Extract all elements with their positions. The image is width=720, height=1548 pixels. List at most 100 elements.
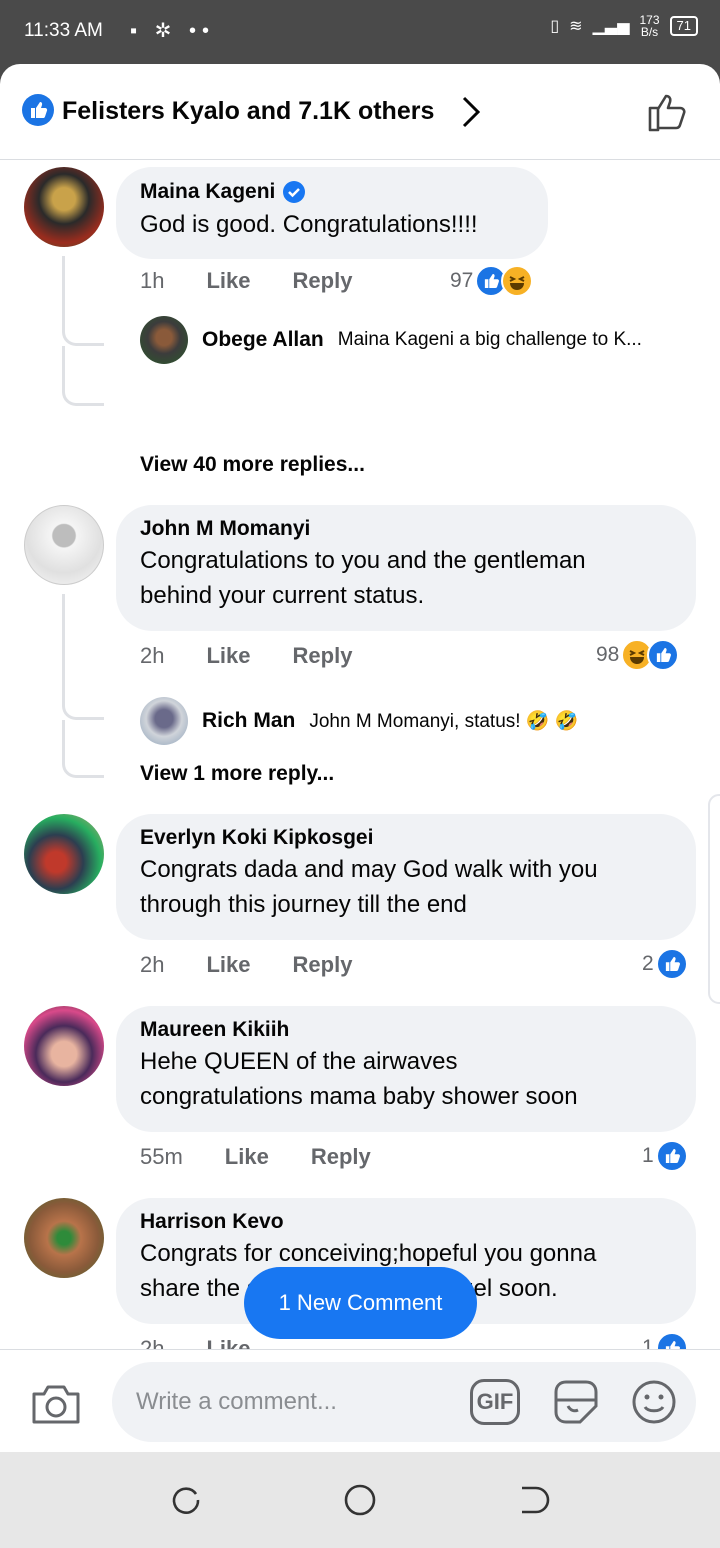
reaction-count-value: 1 xyxy=(642,1336,654,1349)
home-icon[interactable] xyxy=(342,1482,378,1518)
reactions-header[interactable]: Felisters Kyalo and 7.1K others xyxy=(0,64,720,160)
comment-time[interactable]: 2h xyxy=(140,643,164,673)
comment-text-line: congratulations mama baby shower soon xyxy=(140,1083,578,1110)
comment-author[interactable]: Harrison Kevo xyxy=(140,1210,284,1234)
reaction-count[interactable]: 98 xyxy=(596,637,680,673)
thread-line xyxy=(62,256,104,346)
comment-actions: 2h Like xyxy=(140,1336,251,1349)
like-reaction-icon xyxy=(655,1332,688,1349)
comment-actions: 2h Like Reply xyxy=(140,643,352,673)
gif-icon[interactable]: GIF xyxy=(470,1379,520,1425)
comment-text-line: Congrats for conceiving;hopeful you gonn… xyxy=(140,1240,597,1267)
comment-actions: 55m Like Reply xyxy=(140,1144,371,1174)
reaction-count-value: 1 xyxy=(642,1144,654,1167)
comment-author[interactable]: John M Momanyi xyxy=(140,517,310,541)
comment-text-line: through this journey till the end xyxy=(140,891,467,918)
reaction-count-value: 97 xyxy=(450,269,474,292)
reply-button[interactable]: Reply xyxy=(293,268,353,298)
comments-sheet: Felisters Kyalo and 7.1K others Maina Ka… xyxy=(0,64,720,1452)
reply-preview[interactable]: Obege Allan Maina Kageni a big challenge… xyxy=(140,315,642,365)
thread-line xyxy=(62,720,104,778)
new-comment-button[interactable]: 1 New Comment xyxy=(244,1267,477,1339)
comment-time[interactable]: 2h xyxy=(140,952,164,982)
comment-text-line: Congrats dada and may God walk with you xyxy=(140,856,598,883)
reaction-count[interactable]: 1 xyxy=(642,1138,688,1174)
comments-list[interactable]: Maina Kageni God is good. Congratulation… xyxy=(0,161,720,1349)
back-icon[interactable] xyxy=(516,1482,552,1518)
reply-author[interactable]: Rich Man xyxy=(202,709,295,733)
vibrate-icon: ▯ xyxy=(550,18,560,35)
system-nav-bar xyxy=(0,1452,720,1548)
recent-apps-icon[interactable] xyxy=(168,1482,204,1518)
reply-preview[interactable]: Rich Man John M Momanyi, status! 🤣 🤣 xyxy=(140,696,578,746)
haha-reaction-icon xyxy=(501,265,534,297)
emoji-icon[interactable] xyxy=(630,1378,678,1426)
comment-text: Congrats dada and may God walk with you … xyxy=(140,852,672,922)
reply-author[interactable]: Obege Allan xyxy=(202,328,324,352)
reaction-count-value: 2 xyxy=(642,952,654,975)
avatar[interactable] xyxy=(24,814,104,894)
status-right: ▯ ≋ ▁▃▅ 173 B/s 71 xyxy=(550,14,698,38)
comment-bubble[interactable]: Maureen Kikiih Hehe QUEEN of the airwave… xyxy=(116,1006,696,1132)
comment-input[interactable] xyxy=(136,1362,456,1442)
comment-author[interactable]: Maina Kageni xyxy=(140,180,275,204)
avatar[interactable] xyxy=(24,1006,104,1086)
like-reaction-icon xyxy=(655,1140,688,1172)
reply-button[interactable]: Reply xyxy=(293,952,353,982)
comment-text: God is good. Congratulations!!!! xyxy=(140,211,478,238)
reply-text: John M Momanyi, status! 🤣 🤣 xyxy=(309,711,579,732)
reaction-count-value: 98 xyxy=(596,643,620,666)
reply-button[interactable]: Reply xyxy=(311,1144,371,1174)
comment-time[interactable]: 2h xyxy=(140,1336,164,1349)
like-button[interactable]: Like xyxy=(225,1144,269,1174)
reaction-count[interactable]: 97 xyxy=(450,263,534,299)
comment-bubble[interactable]: John M Momanyi Congratulations to you an… xyxy=(116,505,696,631)
comment-text: Congratulations to you and the gentleman… xyxy=(140,543,672,613)
comment-bubble[interactable]: Maina Kageni God is good. Congratulation… xyxy=(116,167,548,259)
reactions-summary[interactable]: Felisters Kyalo and 7.1K others xyxy=(62,97,434,126)
thumbs-up-icon[interactable] xyxy=(644,88,692,136)
comment-bubble[interactable]: Everlyn Koki Kipkosgei Congrats dada and… xyxy=(116,814,696,940)
like-button[interactable]: Like xyxy=(206,643,250,673)
avatar[interactable] xyxy=(140,697,188,745)
like-reaction-icon xyxy=(647,639,680,671)
comment-text: Hehe QUEEN of the airwaves congratulatio… xyxy=(140,1044,672,1114)
reaction-count[interactable]: 1 xyxy=(642,1330,688,1349)
avatar[interactable] xyxy=(140,316,188,364)
like-button[interactable]: Like xyxy=(206,1336,250,1349)
comment-composer: GIF xyxy=(0,1349,720,1452)
reply-button[interactable]: Reply xyxy=(293,643,353,673)
reaction-count[interactable]: 2 xyxy=(642,946,688,982)
thread-line xyxy=(62,594,104,720)
comment-time[interactable]: 55m xyxy=(140,1144,183,1174)
like-reaction-icon xyxy=(22,94,54,126)
comment-time[interactable]: 1h xyxy=(140,268,164,298)
like-button[interactable]: Like xyxy=(206,952,250,982)
like-reaction-icon xyxy=(655,948,688,980)
like-button[interactable]: Like xyxy=(206,268,250,298)
speed-unit: B/s xyxy=(640,25,659,39)
scroll-handle[interactable] xyxy=(708,794,720,1004)
camera-icon[interactable] xyxy=(30,1382,82,1426)
status-time: 11:33 AM xyxy=(24,20,103,41)
verified-badge-icon xyxy=(283,181,306,203)
network-speed: 173 B/s xyxy=(640,14,660,38)
notification-icons: ▪ ✲ •• xyxy=(130,20,215,42)
avatar[interactable] xyxy=(24,167,104,247)
chevron-right-icon[interactable] xyxy=(456,94,486,130)
sticker-icon[interactable] xyxy=(550,1376,602,1428)
wifi-icon: ≋ xyxy=(569,18,583,35)
comment-actions: 2h Like Reply xyxy=(140,952,352,982)
comment-author[interactable]: Maureen Kikiih xyxy=(140,1018,289,1042)
comment-text-line: Hehe QUEEN of the airwaves xyxy=(140,1048,458,1075)
avatar[interactable] xyxy=(24,1198,104,1278)
signal-icon: ▁▃▅ xyxy=(592,18,630,35)
avatar[interactable] xyxy=(24,505,104,585)
view-more-replies[interactable]: View 40 more replies... xyxy=(140,453,365,477)
status-bar: 11:33 AM ▪ ✲ •• ▯ ≋ ▁▃▅ 173 B/s 71 xyxy=(0,0,720,64)
comment-actions: 1h Like Reply xyxy=(140,268,352,298)
view-more-replies[interactable]: View 1 more reply... xyxy=(140,762,334,786)
comment-author[interactable]: Everlyn Koki Kipkosgei xyxy=(140,826,373,850)
comment-text-line: behind your current status. xyxy=(140,582,425,609)
comment-field[interactable]: GIF xyxy=(112,1362,696,1442)
